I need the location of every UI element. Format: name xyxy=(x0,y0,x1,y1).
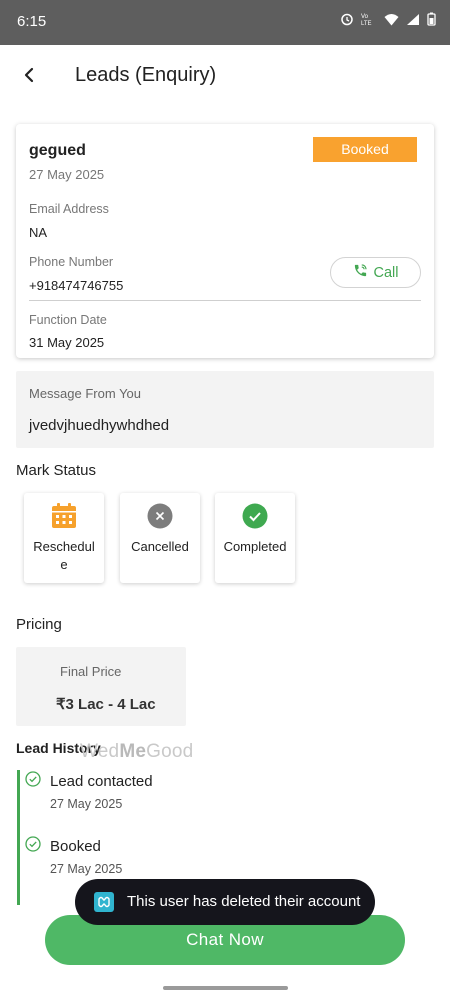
final-price-label: Final Price xyxy=(60,664,122,679)
svg-text:Vo: Vo xyxy=(361,14,369,20)
lead-card: gegued 27 May 2025 Booked Email Address … xyxy=(16,124,434,358)
completed-label: Completed xyxy=(223,539,287,554)
signal-icon xyxy=(406,13,420,31)
cancel-icon xyxy=(147,503,173,529)
phone-value: +918474746755 xyxy=(29,278,124,293)
message-label: Message From You xyxy=(29,386,142,401)
check-circle-icon xyxy=(25,771,41,787)
function-date-label: Function Date xyxy=(29,313,107,327)
cancelled-label: Cancelled xyxy=(131,539,189,554)
phone-label: Phone Number xyxy=(29,255,114,269)
email-label: Email Address xyxy=(29,202,109,216)
calendar-icon xyxy=(51,503,77,529)
back-arrow-icon[interactable] xyxy=(18,63,42,87)
check-icon xyxy=(242,503,268,529)
reschedule-label: Reschedul e xyxy=(33,539,95,572)
alarm-icon xyxy=(340,12,354,31)
cancelled-option[interactable]: Cancelled xyxy=(120,493,200,583)
history-item-label: Lead contacted xyxy=(50,773,153,790)
history-item-date: 27 May 2025 xyxy=(50,862,123,876)
message-box: Message From You jvedvjhuedhywhdhed xyxy=(16,371,434,448)
wifi-icon xyxy=(384,13,399,31)
price-box: Final Price ₹3 Lac - 4 Lac xyxy=(16,647,186,726)
brand-watermark: WedMeGood xyxy=(80,741,194,762)
app-header: Leads (Enquiry) xyxy=(0,45,450,105)
lead-name: gegued xyxy=(29,142,86,159)
status-icons: Vo LTE xyxy=(340,12,436,31)
call-button-label: Call xyxy=(373,264,399,281)
status-badge: Booked xyxy=(313,137,417,162)
history-item-date: 27 May 2025 xyxy=(50,797,123,811)
page-title: Leads (Enquiry) xyxy=(75,64,217,86)
volte-icon: Vo LTE xyxy=(361,12,377,31)
card-divider xyxy=(29,300,421,301)
lead-date: 27 May 2025 xyxy=(29,167,105,182)
status-time: 6:15 xyxy=(17,13,47,30)
toast-message: This user has deleted their account xyxy=(75,879,375,925)
pricing-title: Pricing xyxy=(16,616,62,633)
call-button[interactable]: Call xyxy=(330,257,421,288)
reschedule-option[interactable]: Reschedul e xyxy=(24,493,104,583)
status-bar: 6:15 Vo LTE xyxy=(0,0,450,45)
phone-icon xyxy=(353,263,368,282)
svg-text:LTE: LTE xyxy=(361,21,372,26)
message-text: jvedvjhuedhywhdhed xyxy=(29,417,170,434)
final-price-value: ₹3 Lac - 4 Lac xyxy=(56,696,156,713)
completed-option[interactable]: Completed xyxy=(215,493,295,583)
toast-text: This user has deleted their account xyxy=(127,893,361,910)
history-item: Lead contacted 27 May 2025 xyxy=(0,771,300,821)
check-circle-icon xyxy=(25,836,41,852)
home-indicator[interactable] xyxy=(163,986,288,990)
function-date-value: 31 May 2025 xyxy=(29,335,105,350)
battery-icon xyxy=(427,12,436,31)
app-logo-icon xyxy=(94,892,114,912)
email-value: NA xyxy=(29,225,48,240)
history-item-label: Booked xyxy=(50,838,101,855)
mark-status-title: Mark Status xyxy=(16,462,97,479)
